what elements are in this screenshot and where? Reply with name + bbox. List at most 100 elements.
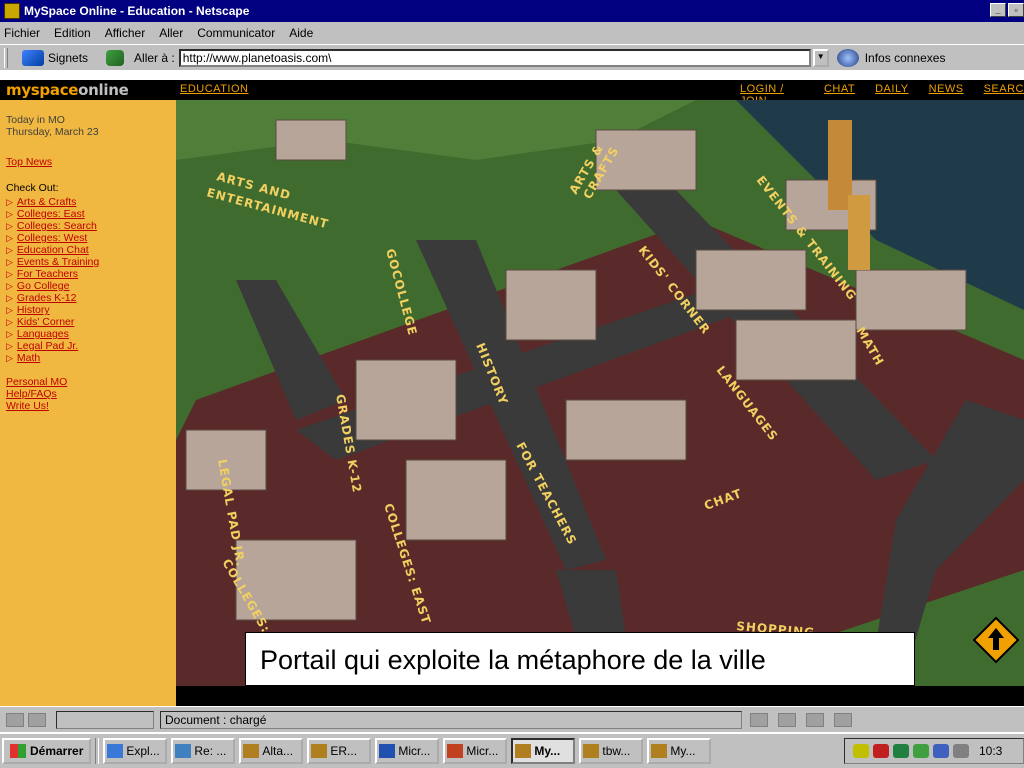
url-dropdown-button[interactable]: ▼ <box>812 48 829 67</box>
sidebar-link-legal-pad[interactable]: ▷ Legal Pad Jr. <box>6 340 176 352</box>
logo-myspace: myspace <box>6 81 79 99</box>
sidebar-link-math[interactable]: ▷ Math <box>6 352 176 364</box>
display-icon[interactable] <box>953 744 969 758</box>
goto-label: Aller à : <box>134 50 175 65</box>
taskbar-divider <box>95 738 100 764</box>
task-mail[interactable]: Re: ... <box>171 738 236 764</box>
nav-education[interactable]: EDUCATION <box>180 83 248 95</box>
menu-communicator[interactable]: Communicator <box>197 26 275 40</box>
location-icon[interactable] <box>106 49 125 66</box>
city-map-svg: ARTS AND ENTERTAINMENT ARTS & CRAFTS GOC… <box>176 100 1024 706</box>
messenger-icon[interactable] <box>933 744 949 758</box>
window-titlebar[interactable]: MySpace Online - Education - Netscape _ … <box>0 0 1024 22</box>
building-arts-ent[interactable] <box>275 119 347 161</box>
url-field[interactable] <box>178 48 811 67</box>
app-tray-icon[interactable] <box>913 744 929 758</box>
sidebar-link-colleges-east[interactable]: ▷ Colleges: East <box>6 208 176 220</box>
building-grades[interactable] <box>355 359 457 441</box>
top-news-link[interactable]: Top News <box>6 156 176 168</box>
mail-icon <box>175 744 192 758</box>
url-input[interactable] <box>182 50 809 65</box>
related-icon[interactable] <box>836 48 859 67</box>
status-bar: Document : chargé <box>0 706 1024 732</box>
write-us-link[interactable]: Write Us! <box>6 400 176 412</box>
sidebar-link-go-college[interactable]: ▷ Go College <box>6 280 176 292</box>
building-teachers[interactable] <box>565 399 687 461</box>
netscape-icon <box>515 744 532 758</box>
task-er[interactable]: ER... <box>307 738 372 764</box>
arrow-icon: ▷ <box>6 197 13 207</box>
task-explorer[interactable]: Expl... <box>103 738 168 764</box>
building-colleges-east[interactable] <box>405 459 507 541</box>
component-bar <box>750 712 852 727</box>
location-toolbar: Signets Aller à : ▼ Infos connexes <box>0 44 1024 70</box>
today-title: Today in MO <box>6 114 65 126</box>
arrow-icon: ▷ <box>6 245 13 255</box>
task-myspace-active[interactable]: My... <box>511 738 576 764</box>
window-controls: _ ▫ <box>990 3 1024 17</box>
sidebar-link-grades-k12[interactable]: ▷ Grades K-12 <box>6 292 176 304</box>
volume-icon[interactable] <box>853 744 869 758</box>
personal-mo-link[interactable]: Personal MO <box>6 376 176 388</box>
task-word[interactable]: Micr... <box>375 738 440 764</box>
netscape-icon <box>583 744 600 758</box>
clock[interactable]: 10:3 <box>979 744 1002 758</box>
start-button[interactable]: Démarrer <box>2 738 92 764</box>
sidebar-link-for-teachers[interactable]: ▷ For Teachers <box>6 268 176 280</box>
sidebar-link-events-training[interactable]: ▷ Events & Training <box>6 256 176 268</box>
menu-fichier[interactable]: Fichier <box>4 26 40 40</box>
window-title: MySpace Online - Education - Netscape <box>24 4 250 18</box>
task-myspace-2[interactable]: My... <box>647 738 712 764</box>
related-label[interactable]: Infos connexes <box>865 51 946 65</box>
arrow-icon: ▷ <box>6 293 13 303</box>
footer-links: Personal MO Help/FAQs Write Us! <box>6 376 176 412</box>
network-icon[interactable] <box>893 744 909 758</box>
task-alta[interactable]: Alta... <box>239 738 304 764</box>
arrow-icon: ▷ <box>6 257 13 267</box>
sidebar-link-education-chat[interactable]: ▷ Education Chat <box>6 244 176 256</box>
task-powerpoint[interactable]: Micr... <box>443 738 508 764</box>
mail-icon[interactable] <box>778 712 796 727</box>
connection-icon[interactable] <box>28 712 46 727</box>
site-logo[interactable]: myspaceonline <box>6 81 129 99</box>
maximize-button[interactable]: ▫ <box>1008 3 1024 17</box>
building-kids[interactable] <box>695 249 807 311</box>
bookmarks-label: Signets <box>48 50 89 65</box>
arrow-icon: ▷ <box>6 341 13 351</box>
tower-2 <box>848 195 870 270</box>
building-history-east[interactable] <box>505 269 597 341</box>
logo-online: online <box>78 81 129 99</box>
sidebar-link-kids-corner[interactable]: ▷ Kids' Corner <box>6 316 176 328</box>
sidebar-link-arts-crafts[interactable]: ▷ Arts & Crafts <box>6 196 176 208</box>
explorer-icon <box>107 744 124 758</box>
menu-afficher[interactable]: Afficher <box>105 26 145 40</box>
arrow-icon: ▷ <box>6 281 13 291</box>
minimize-button[interactable]: _ <box>990 3 1006 17</box>
menu-edition[interactable]: Edition <box>54 26 91 40</box>
site-header: myspaceonline EDUCATION LOGIN / JOIN CHA… <box>0 80 1024 107</box>
sidebar-link-history[interactable]: ▷ History <box>6 304 176 316</box>
slide-caption: Portail qui exploite la métaphore de la … <box>245 632 915 686</box>
city-map[interactable]: ARTS AND ENTERTAINMENT ARTS & CRAFTS GOC… <box>176 100 1024 706</box>
building-math[interactable] <box>855 269 967 331</box>
menu-aide[interactable]: Aide <box>289 26 313 40</box>
building-languages[interactable] <box>735 319 857 381</box>
task-tbw[interactable]: tbw... <box>579 738 644 764</box>
help-faqs-link[interactable]: Help/FAQs <box>6 388 176 400</box>
sidebar-link-colleges-search[interactable]: ▷ Colleges: Search <box>6 220 176 232</box>
antivirus-icon[interactable] <box>873 744 889 758</box>
toolbar-grip[interactable] <box>4 47 8 68</box>
menu-aller[interactable]: Aller <box>159 26 183 40</box>
netscape-icon <box>651 744 668 758</box>
sidebar-link-languages[interactable]: ▷ Languages <box>6 328 176 340</box>
composer-icon[interactable] <box>834 712 852 727</box>
menu-bar: Fichier Edition Afficher Aller Communica… <box>0 22 1024 44</box>
discussion-icon[interactable] <box>806 712 824 727</box>
security-icon[interactable] <box>6 712 24 727</box>
arrow-icon: ▷ <box>6 305 13 315</box>
bookmarks-button[interactable]: Signets <box>22 49 89 66</box>
sidebar-link-colleges-west[interactable]: ▷ Colleges: West <box>6 232 176 244</box>
progress-well <box>56 710 154 729</box>
navigator-icon[interactable] <box>750 712 768 727</box>
arrow-icon: ▷ <box>6 329 13 339</box>
